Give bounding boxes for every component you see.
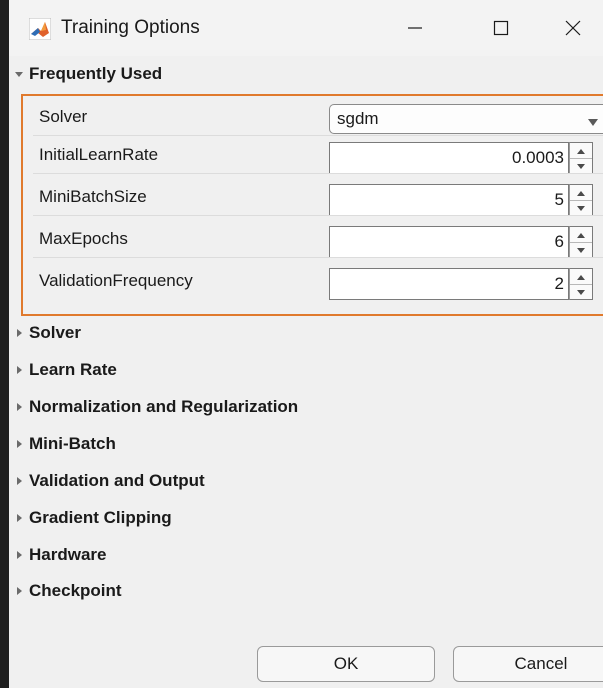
initial-learn-rate-input[interactable]: 0.0003 (329, 142, 569, 174)
initial-learn-rate-spinner: 0.0003 (329, 142, 601, 174)
section-mini-batch[interactable]: Mini-Batch (9, 431, 116, 457)
field-row-solver: Solver sgdm (23, 100, 603, 136)
arrow-down-icon (576, 241, 586, 259)
field-label: InitialLearnRate (39, 145, 159, 164)
validation-frequency-input[interactable]: 2 (329, 268, 569, 300)
row-divider (33, 135, 603, 136)
arrow-down-icon (576, 157, 586, 175)
row-divider (33, 215, 603, 216)
caret-right-icon (12, 400, 26, 414)
close-button[interactable] (553, 8, 593, 48)
ok-button[interactable]: OK (257, 646, 435, 682)
section-normalization-and-regularization[interactable]: Normalization and Regularization (9, 394, 298, 420)
maximize-icon (493, 20, 509, 36)
decrement-button[interactable] (570, 242, 592, 257)
section-label: Checkpoint (29, 581, 122, 600)
field-label: Solver (39, 107, 88, 126)
arrow-down-icon (576, 283, 586, 301)
field-label: ValidationFrequency (39, 271, 193, 290)
matlab-icon (28, 17, 52, 41)
mini-batch-size-spinner: 5 (329, 184, 601, 216)
caret-right-icon (12, 326, 26, 340)
training-options-window: Training Options Frequently Used Solver … (0, 0, 603, 688)
spinner-buttons (569, 142, 593, 174)
spinner-buttons (569, 268, 593, 300)
max-epochs-spinner: 6 (329, 226, 601, 258)
section-label: Learn Rate (29, 360, 117, 379)
validation-frequency-spinner: 2 (329, 268, 601, 300)
title-bar[interactable]: Training Options (9, 0, 603, 56)
caret-right-icon (12, 511, 26, 525)
caret-right-icon (12, 548, 26, 562)
caret-right-icon (12, 584, 26, 598)
decrement-button[interactable] (570, 158, 592, 173)
section-validation-and-output[interactable]: Validation and Output (9, 468, 205, 494)
caret-right-icon (12, 437, 26, 451)
section-label: Mini-Batch (29, 434, 116, 453)
decrement-button[interactable] (570, 284, 592, 299)
caret-right-icon (12, 474, 26, 488)
field-row-initial-learn-rate: InitialLearnRate 0.0003 (23, 138, 603, 174)
close-icon (565, 20, 581, 36)
section-learn-rate[interactable]: Learn Rate (9, 357, 117, 383)
section-label: Gradient Clipping (29, 508, 172, 527)
select-value: sgdm (337, 109, 379, 128)
field-label: MaxEpochs (39, 229, 128, 248)
minimize-icon (407, 20, 423, 36)
section-frequently-used[interactable]: Frequently Used (9, 61, 162, 87)
solver-select[interactable]: sgdm (329, 104, 603, 134)
row-divider (33, 257, 603, 258)
minimize-button[interactable] (395, 8, 435, 48)
mini-batch-size-input[interactable]: 5 (329, 184, 569, 216)
section-hardware[interactable]: Hardware (9, 542, 106, 568)
spinner-buttons (569, 184, 593, 216)
frequently-used-group: Solver sgdm InitialLearnRate 0.0003 Mini… (21, 94, 603, 316)
section-label: Validation and Output (29, 471, 205, 490)
decrement-button[interactable] (570, 200, 592, 215)
caret-right-icon (12, 363, 26, 377)
cancel-button[interactable]: Cancel (453, 646, 603, 682)
section-gradient-clipping[interactable]: Gradient Clipping (9, 505, 172, 531)
section-label: Hardware (29, 545, 107, 564)
section-label: Normalization and Regularization (29, 397, 299, 416)
field-row-mini-batch-size: MiniBatchSize 5 (23, 180, 603, 216)
window-left-edge (0, 0, 9, 688)
section-checkpoint[interactable]: Checkpoint (9, 578, 122, 604)
field-row-max-epochs: MaxEpochs 6 (23, 222, 603, 258)
maximize-button[interactable] (481, 8, 521, 48)
field-label: MiniBatchSize (39, 187, 147, 206)
row-divider (33, 173, 603, 174)
section-label: Frequently Used (29, 64, 163, 83)
dialog-content: Frequently Used Solver sgdm InitialLearn… (9, 56, 603, 688)
section-solver[interactable]: Solver (9, 320, 81, 346)
spinner-buttons (569, 226, 593, 258)
arrow-down-icon (576, 199, 586, 217)
section-label: Solver (29, 323, 81, 342)
max-epochs-input[interactable]: 6 (329, 226, 569, 258)
field-row-validation-frequency: ValidationFrequency 2 (23, 264, 603, 300)
caret-down-icon (12, 67, 26, 81)
window-title: Training Options (61, 17, 200, 38)
dropdown-arrow-icon (587, 114, 599, 132)
